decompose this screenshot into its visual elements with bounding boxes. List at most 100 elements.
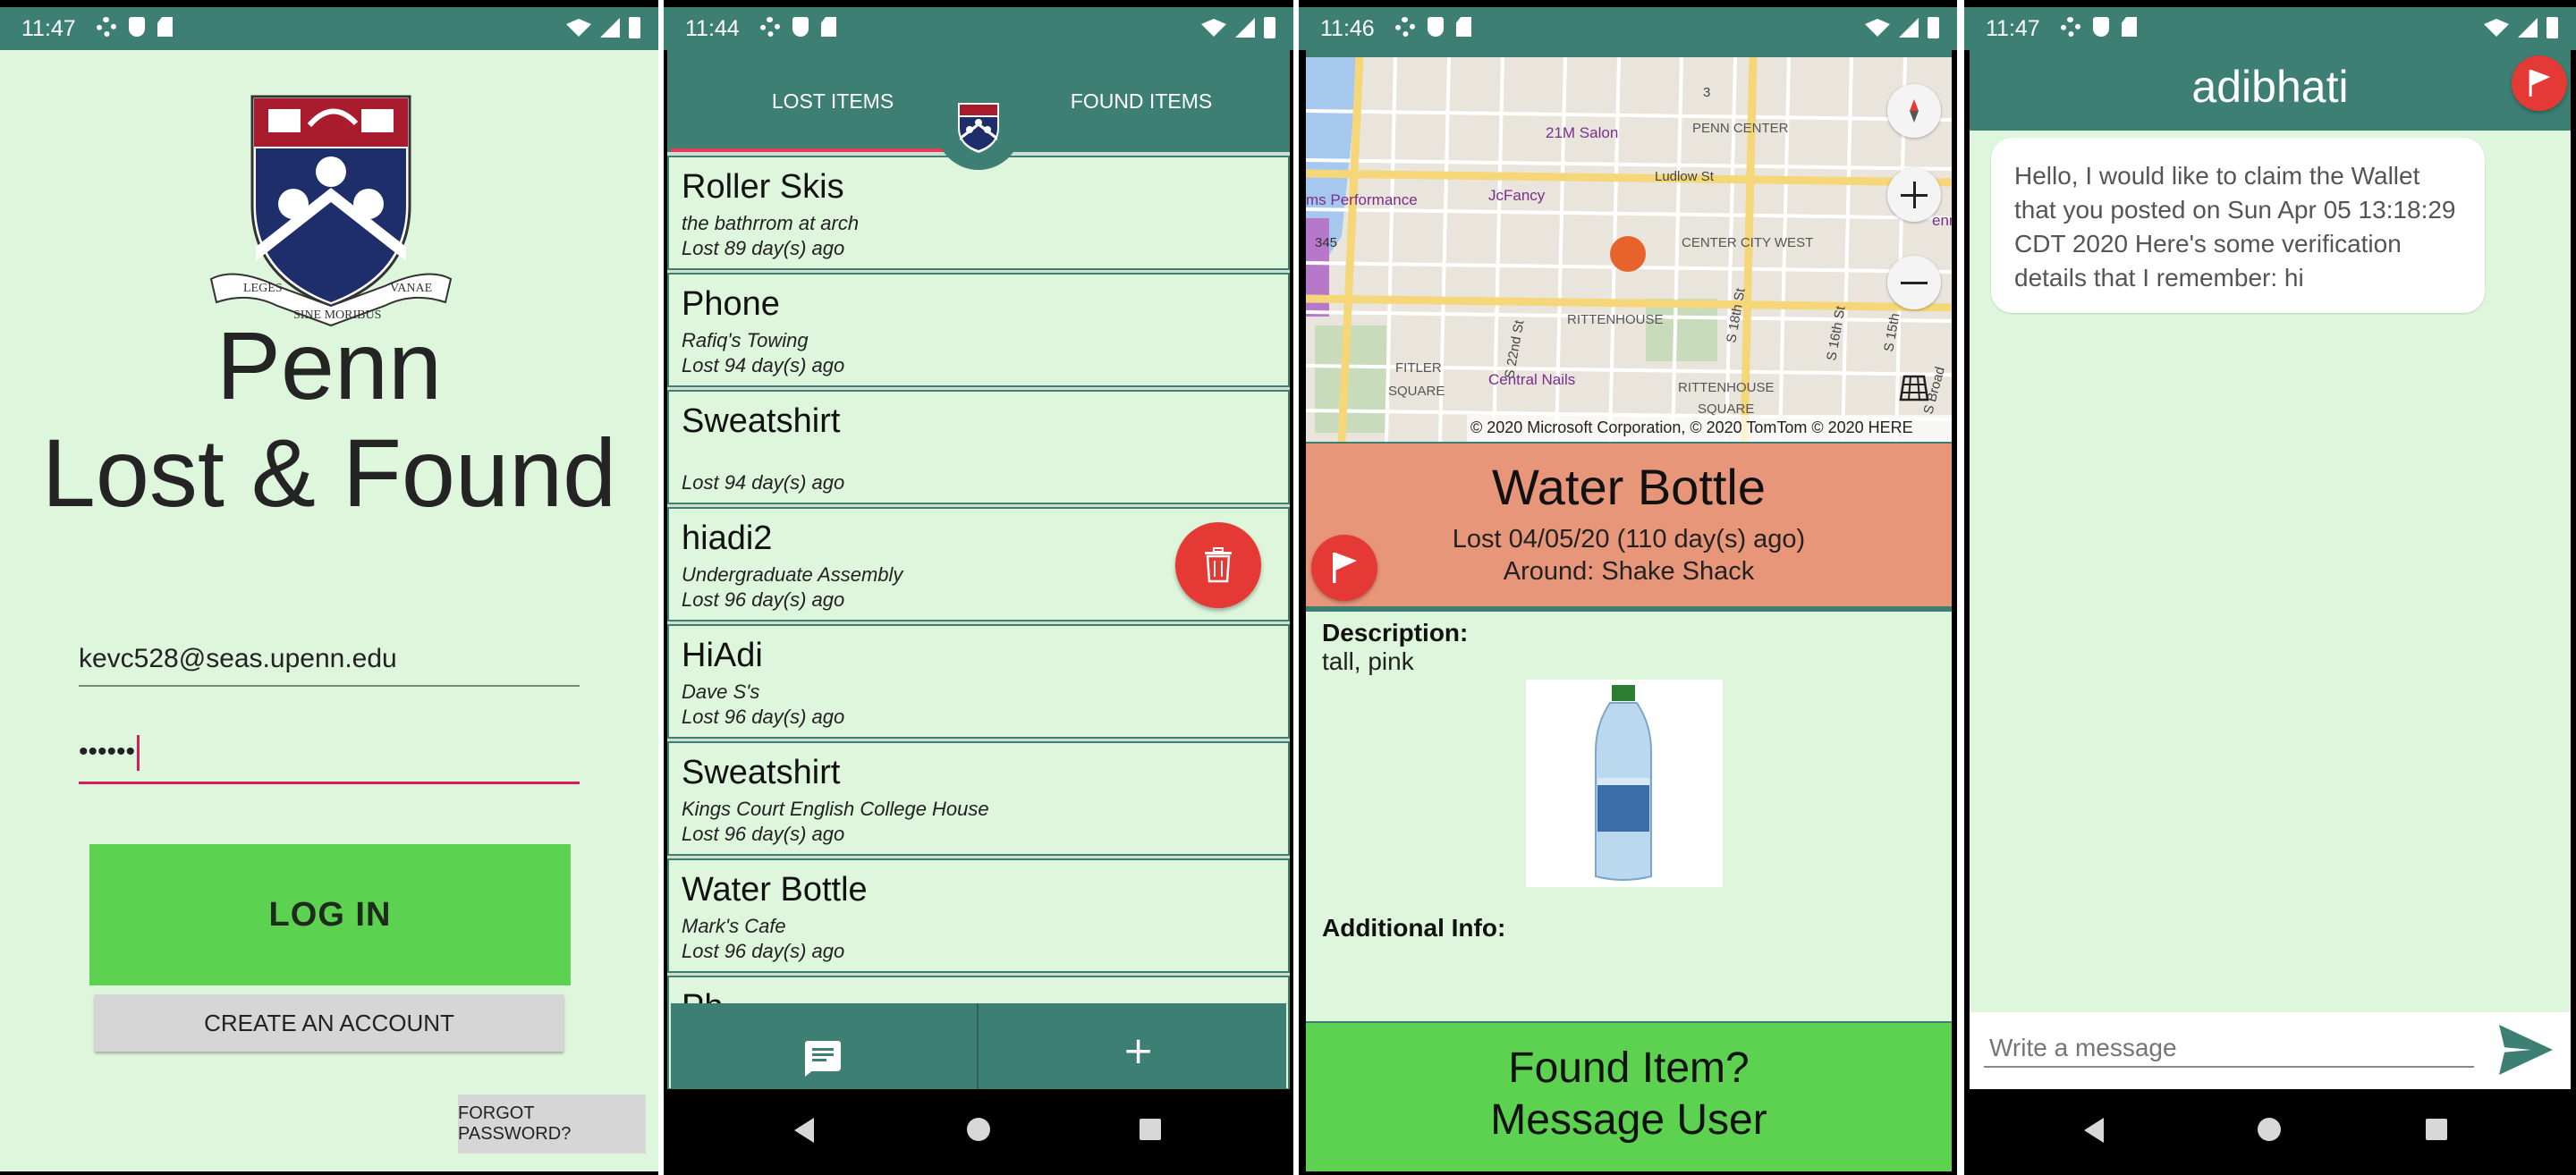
wifi-icon bbox=[1201, 19, 1226, 37]
chat-screen: 11:47 adibhati Hello, I would like to cl… bbox=[1964, 0, 2576, 1175]
compass-button[interactable] bbox=[1887, 84, 1941, 138]
message-bubble: Hello, I would like to claim the Wallet … bbox=[1991, 138, 2485, 313]
login-button[interactable]: LOG IN bbox=[89, 844, 571, 985]
svg-text:Ludlow St: Ludlow St bbox=[1655, 169, 1715, 184]
item-photo bbox=[1526, 680, 1723, 887]
back-nav-icon[interactable] bbox=[2084, 1118, 2104, 1143]
map-tiles: 21M Salon PENN CENTER Ludlow St ms Perfo… bbox=[1306, 57, 1952, 442]
delete-button[interactable] bbox=[1175, 522, 1261, 608]
report-flag-button[interactable] bbox=[2512, 55, 2567, 111]
list-item[interactable]: HiAdi Dave S's Lost 96 day(s) ago bbox=[667, 624, 1290, 739]
add-item-button[interactable]: + bbox=[1123, 1028, 1154, 1072]
location-map[interactable]: 21M Salon PENN CENTER Ludlow St ms Perfo… bbox=[1306, 57, 1952, 442]
active-tab-indicator bbox=[671, 148, 957, 152]
home-nav-icon[interactable] bbox=[2258, 1118, 2281, 1141]
battery-icon bbox=[1264, 17, 1275, 38]
flag-icon bbox=[2529, 70, 2551, 97]
recents-nav-icon[interactable] bbox=[1140, 1119, 1161, 1140]
svg-text:LEGES: LEGES bbox=[243, 282, 283, 295]
lost-location: Around: Shake Shack bbox=[1503, 557, 1755, 586]
svg-text:Central Nails: Central Nails bbox=[1488, 371, 1575, 388]
additional-info-label: Additional Info: bbox=[1322, 914, 1506, 942]
description-label: Description: bbox=[1322, 619, 1469, 647]
items-list-screen: 11:44 LOST ITEMS FOUND ITEMS Roller Skis… bbox=[664, 0, 1293, 1175]
status-bar: 11:46 bbox=[1299, 7, 1957, 50]
svg-text:FITLER: FITLER bbox=[1395, 360, 1442, 376]
zoom-out-button[interactable] bbox=[1887, 256, 1941, 309]
email-field[interactable]: kevc528@seas.upenn.edu bbox=[79, 644, 580, 687]
tab-lost-items[interactable]: LOST ITEMS bbox=[716, 89, 949, 114]
svg-text:CENTER CITY WEST: CENTER CITY WEST bbox=[1682, 235, 1813, 250]
item-name: Water Bottle bbox=[1491, 459, 1767, 515]
message-input-bar bbox=[1970, 1012, 2571, 1089]
list-item[interactable]: Sweatshirt Lost 94 day(s) ago bbox=[667, 390, 1290, 504]
svg-text:3: 3 bbox=[1703, 85, 1710, 100]
grid-icon bbox=[1899, 375, 1929, 402]
battery-icon bbox=[629, 17, 640, 38]
create-account-button[interactable]: CREATE AN ACCOUNT bbox=[95, 994, 564, 1052]
login-body: LEGES VANAE SINE MORIBUS Penn Lost & Fou… bbox=[0, 50, 658, 1171]
app-title-line1: Penn bbox=[216, 311, 443, 419]
recents-nav-icon[interactable] bbox=[2426, 1119, 2447, 1140]
svg-text:SQUARE: SQUARE bbox=[1388, 384, 1445, 399]
android-nav-bar bbox=[1964, 1089, 2576, 1175]
map-style-button[interactable] bbox=[1887, 361, 1941, 415]
home-nav-icon[interactable] bbox=[967, 1118, 990, 1141]
item-detail-screen: 11:46 21M Salon PENN CENTER Ludlow St ms… bbox=[1299, 0, 1957, 1175]
status-time: 11:44 bbox=[685, 16, 740, 41]
gear-icon bbox=[97, 17, 116, 37]
svg-text:SQUARE: SQUARE bbox=[1698, 402, 1754, 417]
chat-header: adibhati bbox=[1970, 50, 2571, 131]
send-icon[interactable] bbox=[2499, 1025, 2553, 1075]
list-item[interactable]: Water Bottle Mark's Cafe Lost 96 day(s) ag… bbox=[667, 858, 1290, 973]
sd-card-icon bbox=[1456, 17, 1471, 37]
svg-text:VANAE: VANAE bbox=[390, 282, 432, 295]
shield-icon bbox=[129, 17, 145, 37]
signal-icon bbox=[2518, 18, 2538, 38]
svg-text:JcFancy: JcFancy bbox=[1488, 187, 1546, 204]
svg-text:RITTENHOUSE: RITTENHOUSE bbox=[1678, 380, 1775, 395]
password-field[interactable]: •••••• bbox=[79, 735, 580, 784]
message-input[interactable] bbox=[1984, 1030, 2474, 1068]
svg-text:enn: enn bbox=[1932, 212, 1952, 229]
status-time: 11:46 bbox=[1320, 16, 1375, 41]
wifi-icon bbox=[2484, 19, 2509, 37]
chat-username: adibhati bbox=[2191, 62, 2349, 112]
list-item[interactable]: Sweatshirt Kings Court English College Ho… bbox=[667, 741, 1290, 856]
item-header: Water Bottle Lost 04/05/20 (110 day(s) a… bbox=[1306, 444, 1952, 606]
list-body: LOST ITEMS FOUND ITEMS Roller Skis the ba… bbox=[667, 50, 1290, 1102]
list-item[interactable]: Phone Rafiq's Towing Lost 94 day(s) ago bbox=[667, 273, 1290, 387]
report-flag-button[interactable] bbox=[1311, 535, 1377, 601]
divider bbox=[977, 1003, 979, 1102]
compass-icon bbox=[1910, 99, 1919, 123]
login-screen: 11:47 LEGES VANAE SINE MORIBUS Penn Lost… bbox=[0, 0, 658, 1175]
flag-icon bbox=[1333, 553, 1357, 583]
status-bar: 11:47 bbox=[0, 7, 658, 50]
gear-icon bbox=[760, 17, 780, 37]
chat-body: adibhati Hello, I would like to claim th… bbox=[1970, 50, 2571, 1089]
penn-crest-logo bbox=[936, 84, 1021, 170]
svg-text:345: 345 bbox=[1315, 235, 1337, 250]
item-details: Description: tall, pink Additional Info: bbox=[1306, 612, 1952, 1021]
trash-icon bbox=[1205, 547, 1232, 583]
app-title-line2: Lost & Found bbox=[41, 418, 617, 527]
battery-icon bbox=[1928, 17, 1939, 38]
description-value: tall, pink bbox=[1322, 647, 1414, 675]
found-line2: Message User bbox=[1490, 1096, 1767, 1144]
status-bar: 11:47 bbox=[1964, 7, 2576, 50]
zoom-in-button[interactable] bbox=[1887, 168, 1941, 222]
svg-text:RITTENHOUSE: RITTENHOUSE bbox=[1567, 312, 1664, 327]
list-item[interactable]: Roller Skis the bathrrom at arch Lost 89 d… bbox=[667, 156, 1290, 270]
forgot-password-button[interactable]: FORGOT PASSWORD? bbox=[458, 1095, 646, 1154]
back-nav-icon[interactable] bbox=[794, 1118, 814, 1143]
svg-text:© 2020 Microsoft Corporation,: © 2020 Microsoft Corporation, © 2020 Tom… bbox=[1470, 418, 1913, 436]
chat-icon[interactable] bbox=[805, 1041, 841, 1077]
signal-icon bbox=[1899, 18, 1919, 38]
bottom-action-bar: + bbox=[671, 1003, 1286, 1102]
tab-found-items[interactable]: FOUND ITEMS bbox=[1025, 89, 1258, 114]
message-user-button[interactable]: Found Item? Message User bbox=[1306, 1023, 1952, 1171]
shield-icon bbox=[2093, 17, 2109, 37]
signal-icon bbox=[600, 18, 620, 38]
minus-icon bbox=[1901, 281, 1928, 284]
penn-crest-logo: LEGES VANAE SINE MORIBUS bbox=[209, 95, 453, 327]
